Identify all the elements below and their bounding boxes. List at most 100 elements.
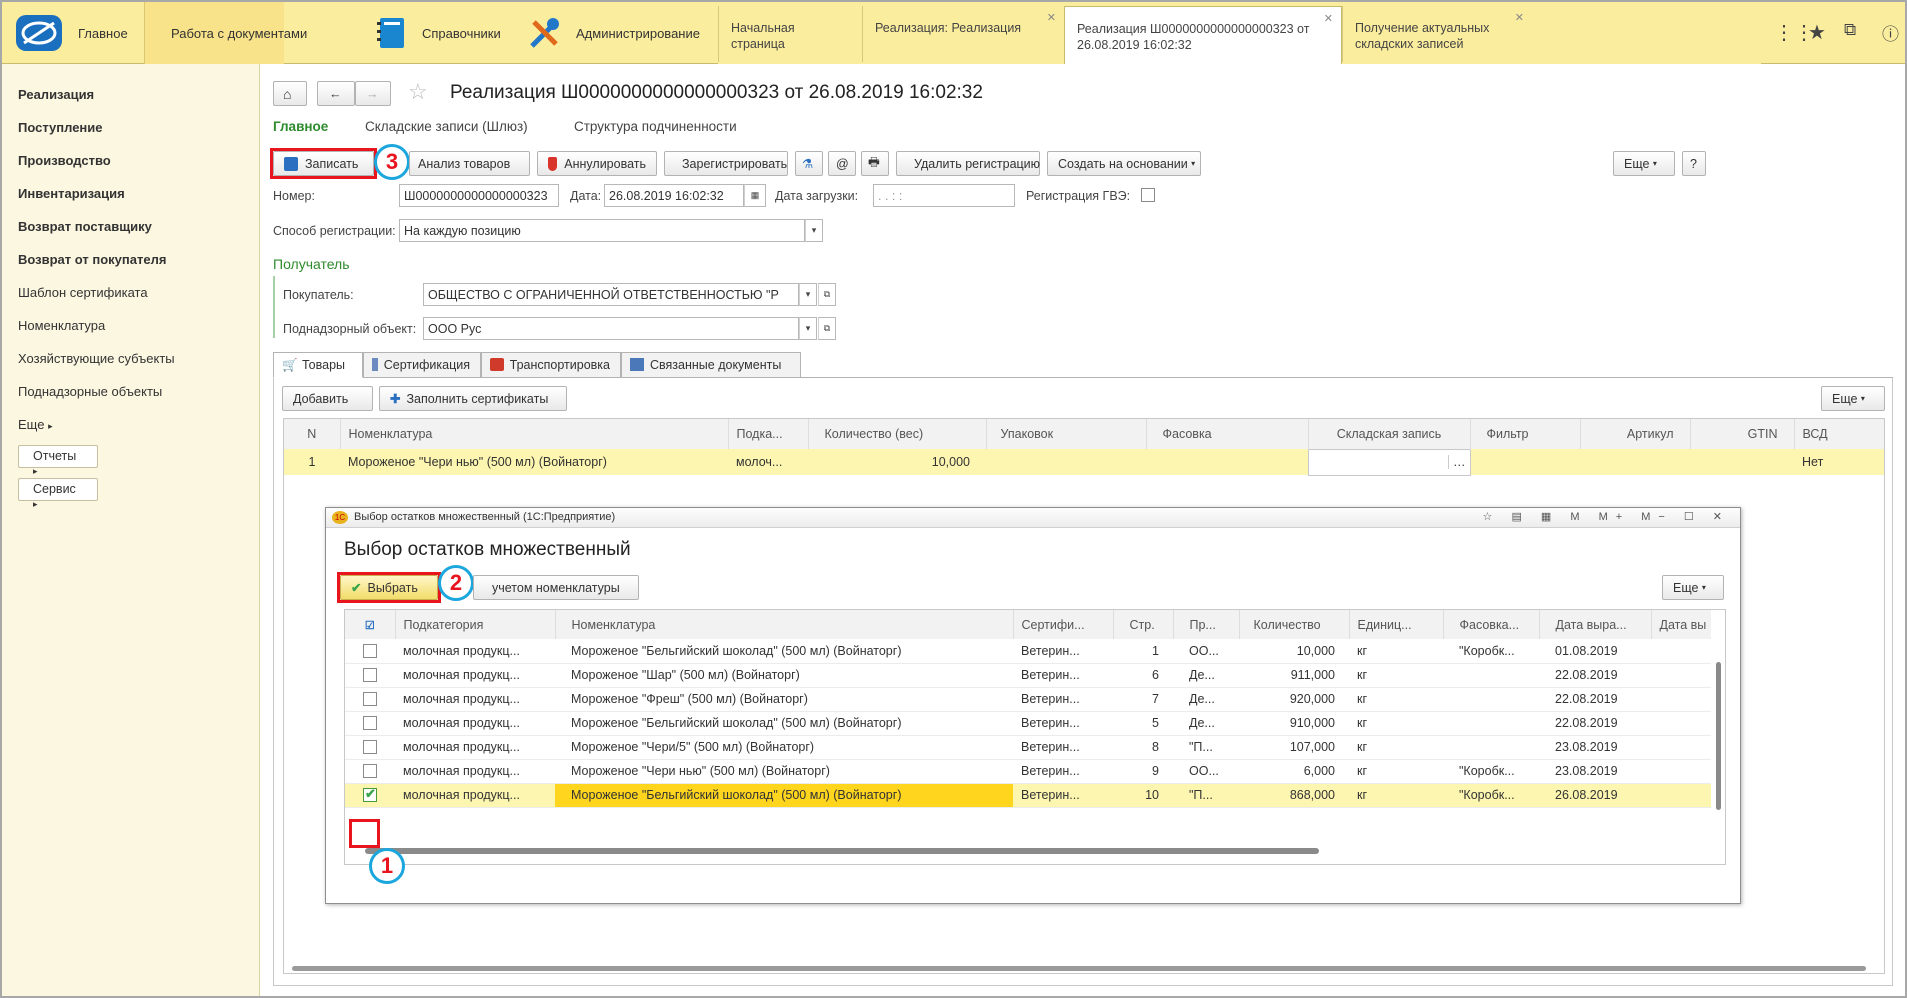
- cell-subcategory[interactable]: молочная продукц...: [395, 711, 555, 735]
- cell-pr[interactable]: ОО...: [1173, 759, 1239, 783]
- cell-str[interactable]: 9: [1113, 759, 1173, 783]
- cell-pr[interactable]: "П...: [1173, 735, 1239, 759]
- row-checkbox[interactable]: [363, 764, 377, 779]
- col-header[interactable]: Стр.: [1113, 610, 1174, 639]
- row-checkbox-cell[interactable]: [345, 663, 395, 687]
- cell-gtin[interactable]: [1690, 449, 1794, 475]
- cell-qty[interactable]: 910,000: [1239, 711, 1349, 735]
- cell-subcategory[interactable]: молочная продукц...: [395, 639, 555, 663]
- cell-date2[interactable]: [1651, 639, 1711, 663]
- row-checkbox[interactable]: [363, 740, 377, 755]
- table-row[interactable]: молочная продукц... Мороженое "Чери/5" (5…: [345, 735, 1711, 759]
- home-label[interactable]: Главное: [78, 26, 128, 41]
- row-checkbox[interactable]: [363, 668, 377, 683]
- cell-fas[interactable]: [1146, 449, 1308, 475]
- sidebar-item-entities[interactable]: Хозяйствующие субъекты: [18, 351, 175, 366]
- cell-date2[interactable]: [1651, 735, 1711, 759]
- col-header[interactable]: Подка...: [728, 419, 809, 449]
- cell-qty[interactable]: 911,000: [1239, 663, 1349, 687]
- cell-date[interactable]: 26.08.2019: [1539, 783, 1651, 807]
- cell-str[interactable]: 5: [1113, 711, 1173, 735]
- sidebar-item-more[interactable]: Еще ▸: [18, 417, 53, 432]
- cell-date2[interactable]: [1651, 783, 1711, 807]
- star-icon[interactable]: ★: [1808, 20, 1826, 45]
- col-header[interactable]: N: [284, 419, 341, 449]
- col-header[interactable]: Номенклатура: [340, 419, 729, 449]
- section-directories[interactable]: Справочники: [372, 2, 501, 64]
- col-header[interactable]: Сертифи...: [1013, 610, 1114, 639]
- cell-name[interactable]: Мороженое "Чери нью" (500 мл) (Войнаторг…: [555, 759, 1013, 783]
- cell-fas[interactable]: [1443, 711, 1539, 735]
- delete-registration-button[interactable]: Удалить регистрацию: [896, 151, 1040, 176]
- goods-more-button[interactable]: Еще ▾: [1821, 386, 1885, 411]
- cell-record[interactable]: …: [1307, 448, 1471, 476]
- row-checkbox[interactable]: ✔: [363, 786, 377, 803]
- cell-unit[interactable]: кг: [1349, 663, 1443, 687]
- annul-button[interactable]: Аннулировать: [537, 151, 657, 176]
- col-header[interactable]: Подкатегория: [395, 610, 556, 639]
- object-field[interactable]: ООО Рус: [423, 317, 799, 340]
- row-checkbox-cell[interactable]: ✔: [345, 783, 395, 807]
- row-checkbox-cell[interactable]: [345, 639, 395, 663]
- sidebar-item-inventory[interactable]: Инвентаризация: [18, 186, 125, 201]
- cell-fas[interactable]: [1443, 663, 1539, 687]
- table-row[interactable]: молочная продукц... Мороженое "Фреш" (500…: [345, 687, 1711, 711]
- cell-filter[interactable]: [1470, 449, 1580, 475]
- table-row[interactable]: молочная продукц... Мороженое "Бельгийски…: [345, 639, 1711, 663]
- cell-unit[interactable]: кг: [1349, 759, 1443, 783]
- cell-name[interactable]: Мороженое "Шар" (500 мл) (Войнаторг): [555, 663, 1013, 687]
- col-header[interactable]: GTIN: [1690, 419, 1795, 449]
- cell-subcategory[interactable]: молочная продукц...: [395, 783, 555, 807]
- close-icon[interactable]: ✕: [1047, 10, 1056, 26]
- col-header[interactable]: Фильтр: [1470, 419, 1581, 449]
- cell-date[interactable]: 22.08.2019: [1539, 711, 1651, 735]
- cell-qty[interactable]: 868,000: [1239, 783, 1349, 807]
- cell-str[interactable]: 7: [1113, 687, 1173, 711]
- print-button[interactable]: 🖶: [861, 151, 889, 176]
- nav-tab-main[interactable]: Главное: [273, 119, 328, 134]
- sidebar-item-receipt[interactable]: Поступление: [18, 120, 103, 135]
- select-all-header[interactable]: ☑: [345, 610, 396, 639]
- dialog-vertical-scrollbar[interactable]: [1716, 662, 1721, 810]
- cell-pack[interactable]: [986, 449, 1146, 475]
- table-row[interactable]: молочная продукц... Мороженое "Чери нью" …: [345, 759, 1711, 783]
- ellipsis-icon[interactable]: …: [1448, 455, 1466, 469]
- tab-start-page[interactable]: Начальная страница: [718, 6, 862, 62]
- service-button[interactable]: Сервис ▸: [18, 478, 98, 509]
- tab-warehouse-records[interactable]: Получение актуальных складских записей ✕: [1342, 6, 1532, 62]
- col-header[interactable]: Дата вы: [1651, 610, 1711, 639]
- col-header[interactable]: Фасовка: [1146, 419, 1309, 449]
- cell-unit[interactable]: кг: [1349, 639, 1443, 663]
- row-checkbox[interactable]: [363, 644, 377, 659]
- forward-button[interactable]: →: [355, 81, 391, 106]
- tab-related-docs[interactable]: Связанные документы: [621, 352, 801, 378]
- load-date-field[interactable]: . . : :: [873, 184, 1015, 207]
- sidebar-item-objects[interactable]: Поднадзорные объекты: [18, 384, 162, 399]
- col-header[interactable]: Дата выра...: [1539, 610, 1652, 639]
- row-checkbox-cell[interactable]: [345, 711, 395, 735]
- cell-qty[interactable]: 10,000: [1239, 639, 1349, 663]
- tab-transport[interactable]: Транспортировка: [481, 352, 621, 378]
- buyer-field[interactable]: ОБЩЕСТВО С ОГРАНИЧЕННОЙ ОТВЕТСТВЕННОСТЬЮ…: [423, 283, 799, 306]
- cell-qty[interactable]: 6,000: [1239, 759, 1349, 783]
- sidebar-item-realization[interactable]: Реализация: [18, 87, 94, 102]
- cell-cert[interactable]: Ветерин...: [1013, 759, 1113, 783]
- col-header[interactable]: Количество (вес): [808, 419, 987, 449]
- tab-realization-list[interactable]: Реализация: Реализация ✕: [862, 6, 1064, 62]
- row-checkbox[interactable]: [363, 692, 377, 707]
- table-row[interactable]: молочная продукц... Мороженое "Шар" (500 …: [345, 663, 1711, 687]
- table-row[interactable]: 1 Мороженое "Чери нью" (500 мл) (Войнато…: [284, 448, 1884, 476]
- dialog-horizontal-scrollbar[interactable]: [365, 848, 1319, 854]
- cell-fas[interactable]: "Коробк...: [1443, 639, 1539, 663]
- section-admin[interactable]: Администрирование: [526, 2, 700, 64]
- cell-name[interactable]: Мороженое "Фреш" (500 мл) (Войнаторг): [555, 687, 1013, 711]
- favorite-star-icon[interactable]: ☆: [408, 79, 428, 105]
- sidebar-item-production[interactable]: Производство: [18, 153, 111, 168]
- col-header[interactable]: Фасовка...: [1443, 610, 1540, 639]
- reports-button[interactable]: Отчеты ▸: [18, 445, 98, 476]
- cell-art[interactable]: [1580, 449, 1690, 475]
- cell-cert[interactable]: Ветерин...: [1013, 735, 1113, 759]
- register-button[interactable]: Зарегистрировать: [664, 151, 788, 176]
- cell-pr[interactable]: Де...: [1173, 663, 1239, 687]
- cell-cert[interactable]: Ветерин...: [1013, 711, 1113, 735]
